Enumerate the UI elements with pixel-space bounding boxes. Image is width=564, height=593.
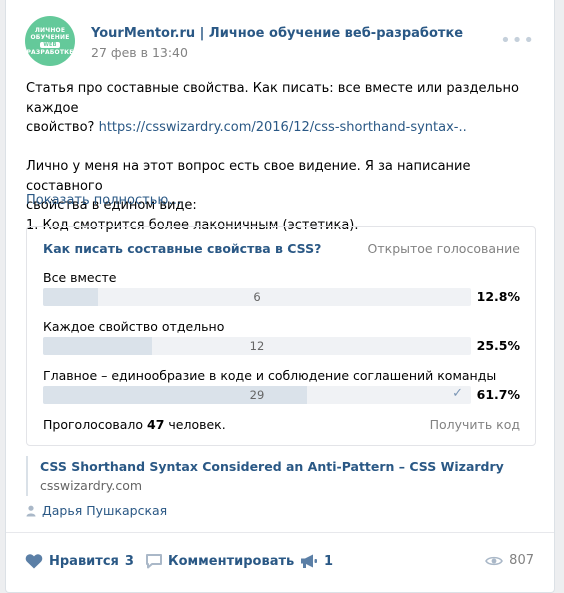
voted-prefix: Проголосовало: [43, 417, 147, 432]
post-header: ЛИЧНОЕ ОБУЧЕНИЕ WEB РАЗРАБОТКЕ YourMento…: [25, 16, 535, 68]
signer-name: Дарья Пушкарская: [42, 503, 168, 518]
poll-option-label[interactable]: Каждое свойство отдельно: [43, 319, 224, 334]
views-count: 807: [509, 553, 534, 568]
post-footer: Нравится 3 Комментировать 1 807: [6, 532, 554, 592]
poll-option-count: 29: [249, 388, 265, 402]
post-text: Статья про составные свойства. Как писат…: [26, 79, 536, 235]
get-code-link[interactable]: Получить код: [430, 417, 520, 432]
poll-option-label[interactable]: Все вместе: [43, 270, 116, 285]
poll-option-percent: 25.5%: [476, 338, 520, 353]
article-link[interactable]: https://csswizardry.com/2016/12/css-shor…: [99, 120, 467, 135]
poll-option-bar[interactable]: 12: [43, 337, 471, 355]
show-full-link[interactable]: Показать полностью…: [26, 193, 181, 208]
post-text-line: свойство? https://csswizardry.com/2016/1…: [26, 118, 536, 138]
avatar-text: ЛИЧНОЕ: [34, 26, 66, 34]
post-text-line: Лично у меня на этот вопрос есть свое ви…: [26, 159, 471, 194]
post-date[interactable]: 27 фев в 13:40: [91, 45, 188, 60]
post-card: ЛИЧНОЕ ОБУЧЕНИЕ WEB РАЗРАБОТКЕ YourMento…: [5, 0, 555, 593]
poll-option-percent: 12.8%: [476, 289, 520, 304]
comment-label: Комментировать: [168, 553, 295, 569]
avatar-text: ОБУЧЕНИЕ: [30, 33, 70, 41]
voted-count: 47: [147, 417, 165, 432]
poll-option-count: 6: [253, 290, 261, 304]
link-domain: csswizardry.com: [40, 478, 143, 493]
poll-option-bar[interactable]: 6: [43, 288, 471, 306]
checkmark-icon: ✓: [452, 386, 463, 401]
post-signer[interactable]: Дарья Пушкарская: [26, 503, 167, 518]
more-options-icon[interactable]: •••: [500, 30, 535, 51]
comment-button[interactable]: Комментировать: [146, 553, 294, 569]
comment-icon: [146, 554, 162, 569]
poll-option-count: 12: [249, 339, 265, 353]
author-link[interactable]: YourMentor.ru | Личное обучение веб-разр…: [91, 26, 463, 41]
megaphone-icon: [301, 554, 317, 568]
post-text-fragment: свойство?: [26, 120, 99, 135]
like-count: 3: [124, 553, 134, 569]
post-text-line: Статья про составные свойства. Как писат…: [26, 81, 519, 116]
share-button[interactable]: 1: [300, 553, 333, 569]
poll-option-bar[interactable]: 29 ✓: [43, 386, 471, 404]
poll-voted-total[interactable]: Проголосовало 47 человек.: [43, 417, 226, 432]
voted-suffix: человек.: [164, 417, 226, 432]
person-icon: [26, 505, 36, 516]
avatar-text: WEB: [40, 41, 60, 48]
poll-option-label[interactable]: Главное – единообразие в коде и соблюден…: [43, 368, 496, 383]
poll-type: Открытое голосование: [367, 241, 520, 256]
avatar[interactable]: ЛИЧНОЕ ОБУЧЕНИЕ WEB РАЗРАБОТКЕ: [25, 16, 75, 66]
heart-icon: [25, 554, 43, 569]
share-count: 1: [324, 553, 334, 569]
eye-icon: [485, 556, 504, 565]
like-label: Нравится: [49, 553, 119, 569]
views-counter: 807: [485, 553, 534, 568]
link-snippet[interactable]: CSS Shorthand Syntax Considered an Anti-…: [26, 456, 526, 496]
like-button[interactable]: Нравится 3: [25, 553, 134, 569]
poll-option-percent: 61.7%: [476, 387, 520, 402]
poll-title: Как писать составные свойства в CSS?: [43, 241, 322, 256]
poll: Как писать составные свойства в CSS? Отк…: [26, 226, 536, 446]
avatar-text: РАЗРАБОТКЕ: [26, 48, 74, 56]
link-title[interactable]: CSS Shorthand Syntax Considered an Anti-…: [40, 459, 504, 474]
